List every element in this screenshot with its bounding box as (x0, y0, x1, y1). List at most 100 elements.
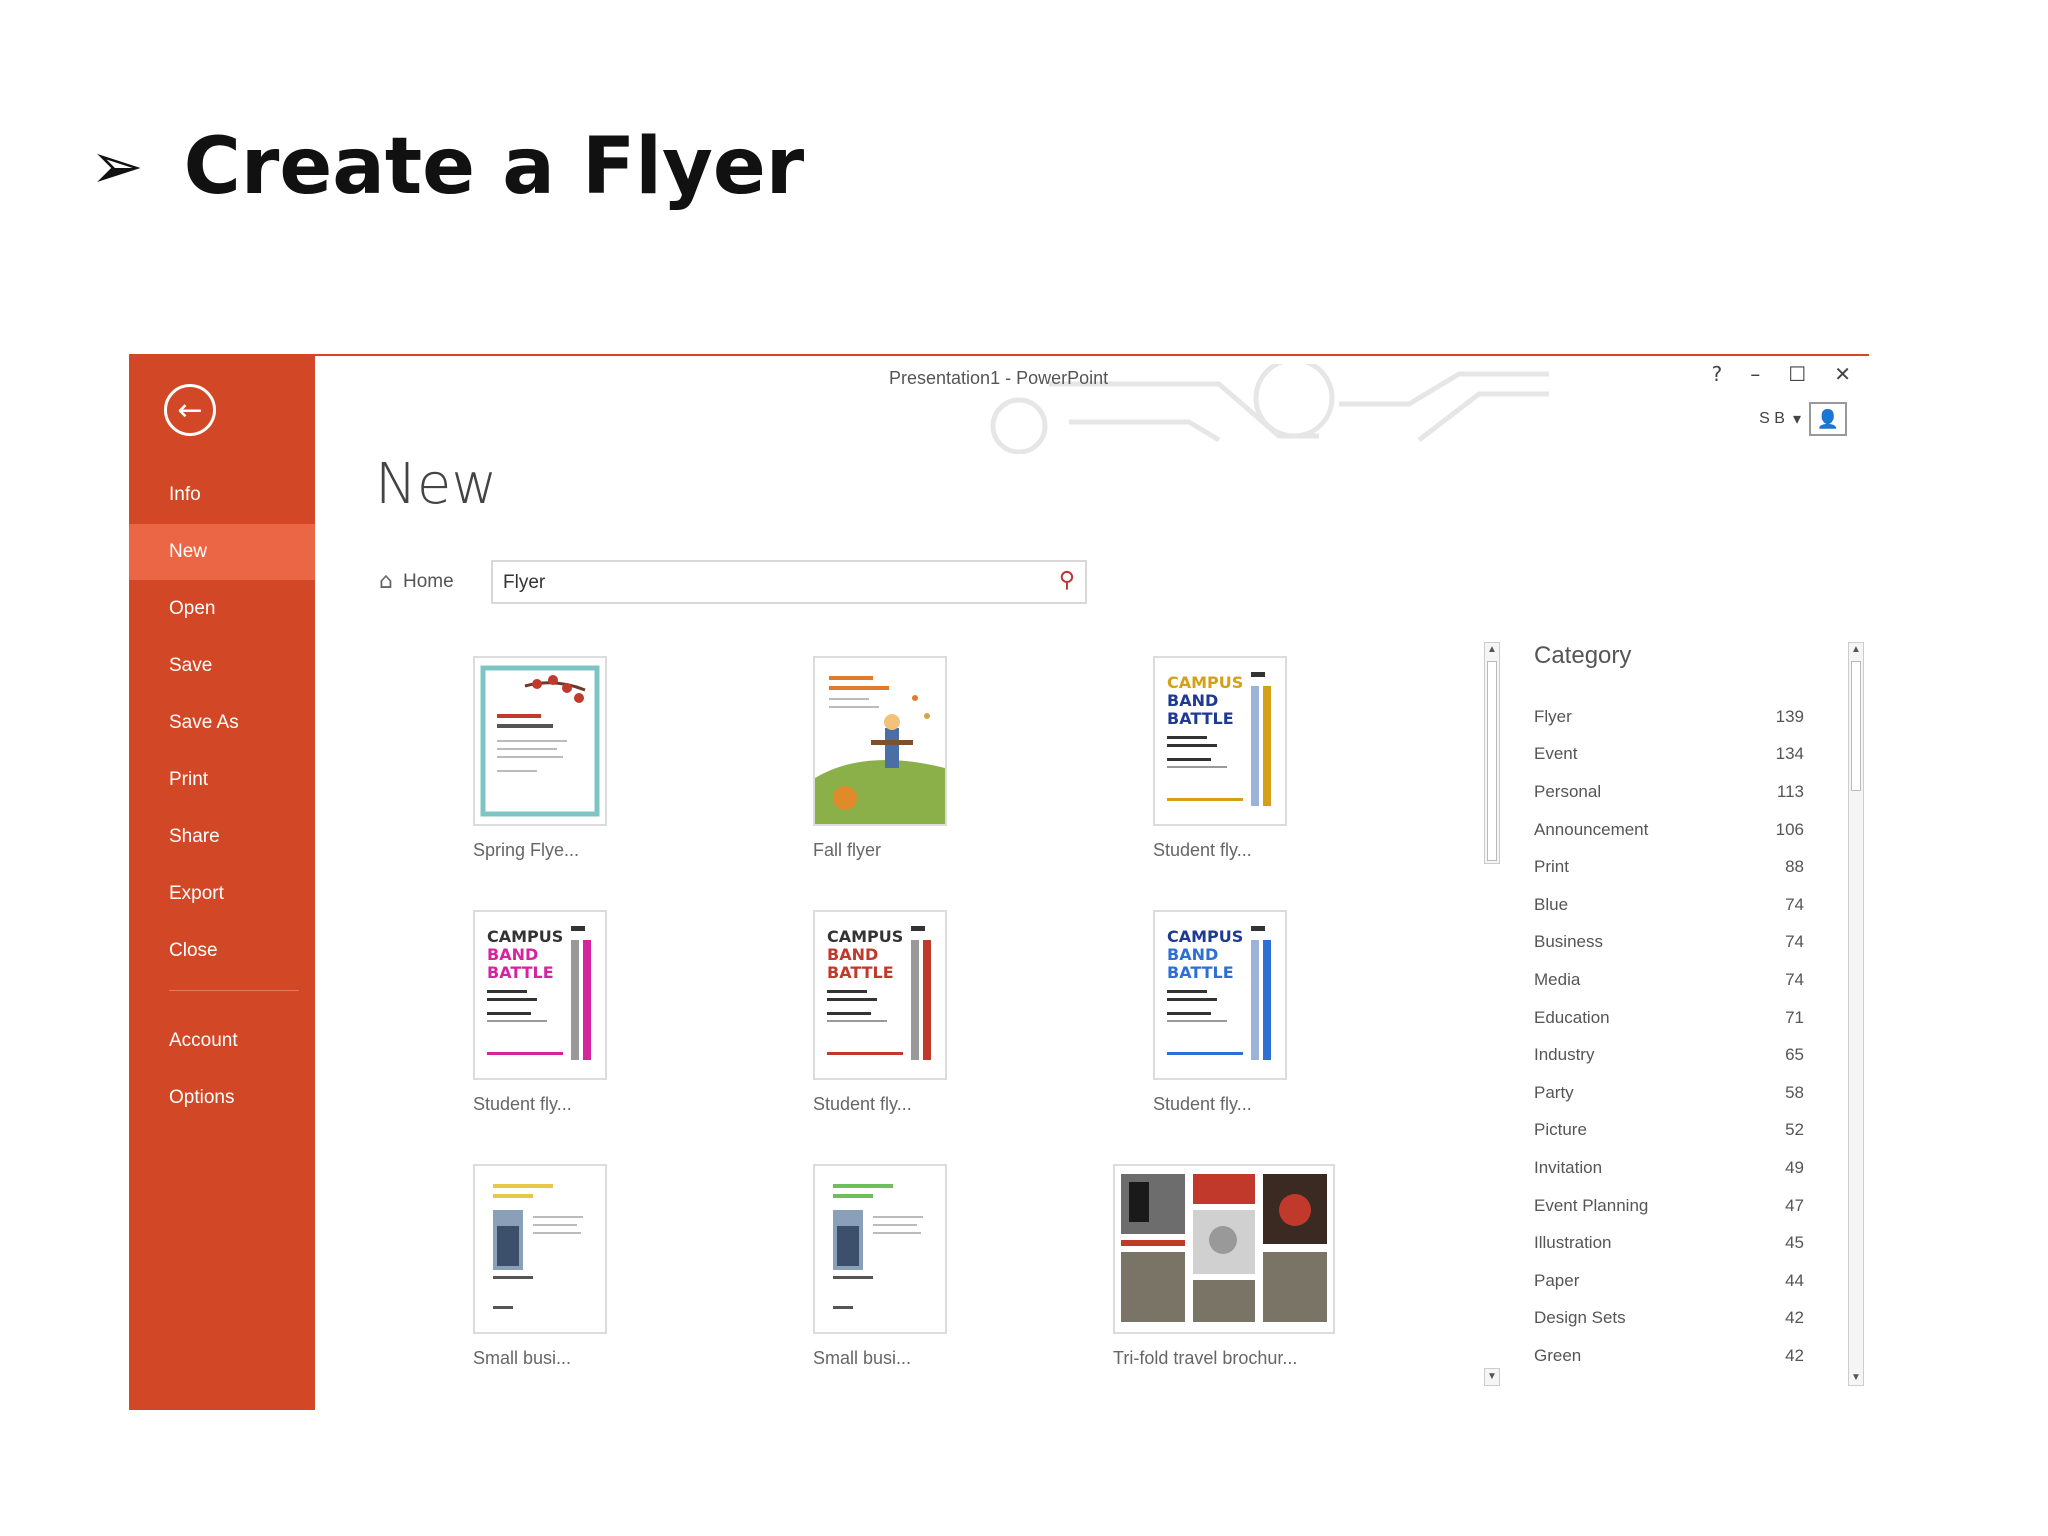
scroll-up-icon[interactable]: ▲ (1849, 643, 1863, 657)
nav-item-options[interactable]: Options (129, 1070, 315, 1126)
category-item[interactable]: Event Planning 47 (1534, 1187, 1804, 1225)
category-item[interactable]: Blue 74 (1534, 886, 1804, 924)
back-arrow-icon[interactable]: ← (164, 384, 216, 436)
nav-item-save-as[interactable]: Save As (129, 695, 315, 751)
category-count: 45 (1785, 1233, 1804, 1253)
category-count: 58 (1785, 1082, 1804, 1102)
restore-icon[interactable]: ☐ (1788, 362, 1806, 386)
template-fall-flyer[interactable]: Fall flyer (813, 656, 1113, 861)
category-item[interactable]: Picture 52 (1534, 1112, 1804, 1150)
category-count: 47 (1785, 1195, 1804, 1215)
template-small-business-2[interactable]: Small busi... (813, 1164, 1113, 1369)
window-title: Presentation1 - PowerPoint (889, 368, 1109, 388)
category-item[interactable]: Design Sets 42 (1534, 1300, 1804, 1338)
home-link[interactable]: ⌂ Home (379, 569, 454, 594)
category-name: Event (1534, 744, 1578, 764)
template-thumbnail (813, 656, 947, 826)
slide-title: ➢ Create a Flyer (90, 112, 804, 222)
category-item[interactable]: Green 42 (1534, 1337, 1804, 1375)
template-label: Student fly... (473, 1094, 572, 1114)
left-scrollbar-bottom[interactable]: ▼ (1484, 1368, 1500, 1386)
search-input[interactable] (501, 568, 1025, 598)
category-name: Illustration (1534, 1233, 1612, 1253)
category-name: Industry (1534, 1045, 1595, 1065)
template-trifold-travel-brochure[interactable]: Tri-fold travel brochur... (1113, 1164, 1413, 1369)
category-name: Print (1534, 857, 1569, 877)
scroll-up-icon[interactable]: ▲ (1485, 643, 1499, 657)
nav-item-close[interactable]: Close (129, 923, 315, 979)
template-student-flyer-gold[interactable]: CAMPUS BAND BATTLE Student fly... (1153, 656, 1453, 861)
nav-item-export[interactable]: Export (129, 866, 315, 922)
nav-divider (169, 990, 299, 991)
category-item[interactable]: Event 134 (1534, 736, 1804, 774)
template-student-flyer-magenta[interactable]: CAMPUS BAND BATTLE Student fly... (473, 910, 773, 1115)
slide-title-text: Create a Flyer (183, 122, 805, 212)
template-spring-flyer[interactable]: Spring Flye... (473, 656, 773, 861)
category-item[interactable]: Print 88 (1534, 848, 1804, 886)
scroll-down-icon[interactable]: ▼ (1485, 1370, 1499, 1384)
template-label: Tri-fold travel brochur... (1113, 1348, 1298, 1368)
nav-item-open[interactable]: Open (129, 581, 315, 637)
category-count: 71 (1785, 1007, 1804, 1027)
template-thumbnail (473, 656, 607, 826)
category-count: 134 (1775, 744, 1804, 764)
category-name: Invitation (1534, 1157, 1603, 1177)
nav-item-new[interactable]: New (129, 524, 315, 580)
category-item[interactable]: Announcement 106 (1534, 811, 1804, 849)
campus-line-2: BAND (487, 945, 538, 964)
campus-line-3: BATTLE (1167, 963, 1234, 982)
close-icon[interactable]: ✕ (1834, 362, 1851, 386)
search-icon[interactable]: ⚲ (1059, 568, 1075, 593)
category-item[interactable]: Paper 44 (1534, 1262, 1804, 1300)
campus-flyer-preview-magenta: CAMPUS BAND BATTLE (487, 926, 591, 1060)
template-student-flyer-red[interactable]: CAMPUS BAND BATTLE Student fly... (813, 910, 1113, 1115)
category-count: 65 (1785, 1045, 1804, 1065)
nav-item-info[interactable]: Info (129, 467, 315, 523)
category-item[interactable]: Industry 65 (1534, 1036, 1804, 1074)
window-top-border (315, 354, 1869, 356)
category-item[interactable]: Illustration 45 (1534, 1224, 1804, 1262)
campus-line-3: BATTLE (487, 963, 554, 982)
template-student-flyer-blue[interactable]: CAMPUS BAND BATTLE Student fly... (1153, 910, 1453, 1115)
minimize-icon[interactable]: – (1750, 362, 1760, 386)
spring-flyer-preview (480, 665, 600, 817)
template-thumbnail: CAMPUS BAND BATTLE (1153, 656, 1287, 826)
scroll-thumb[interactable] (1487, 661, 1497, 861)
category-title: Category (1534, 642, 1632, 669)
nav-item-account[interactable]: Account (129, 1013, 315, 1069)
nav-item-share[interactable]: Share (129, 809, 315, 865)
left-scrollbar[interactable]: ▲ (1484, 642, 1500, 864)
user-account[interactable]: S B ▾ 👤 (1759, 402, 1847, 436)
category-item[interactable]: Party 58 (1534, 1074, 1804, 1112)
help-icon[interactable]: ? (1712, 362, 1723, 386)
nav-item-save[interactable]: Save (129, 638, 315, 694)
template-thumbnail (813, 1164, 947, 1334)
nav-item-print[interactable]: Print (129, 752, 315, 808)
category-count: 42 (1785, 1345, 1804, 1365)
template-label: Small busi... (473, 1348, 572, 1368)
scroll-thumb[interactable] (1851, 661, 1861, 791)
scroll-down-icon[interactable]: ▼ (1849, 1371, 1863, 1385)
campus-line-3: BATTLE (827, 963, 894, 982)
category-name: Education (1534, 1007, 1610, 1027)
category-name: Personal (1534, 781, 1602, 801)
category-count: 42 (1785, 1308, 1804, 1328)
category-name: Green (1534, 1345, 1582, 1365)
category-count: 106 (1775, 819, 1804, 839)
category-item[interactable]: Business 74 (1534, 924, 1804, 962)
category-item[interactable]: Media 74 (1534, 961, 1804, 999)
category-count: 139 (1775, 706, 1804, 726)
window-controls: ? – ☐ ✕ (1712, 362, 1851, 386)
category-item[interactable]: Education 71 (1534, 999, 1804, 1037)
chevron-down-icon: ▾ (1792, 411, 1801, 428)
campus-line-2: BAND (1167, 691, 1218, 710)
template-thumbnail: CAMPUS BAND BATTLE (1153, 910, 1287, 1080)
page-heading: New (375, 452, 498, 517)
template-thumbnail: CAMPUS BAND BATTLE (473, 910, 607, 1080)
template-small-business-1[interactable]: Small busi... (473, 1164, 773, 1369)
category-item[interactable]: Flyer 139 (1534, 698, 1804, 736)
campus-flyer-preview-blue: CAMPUS BAND BATTLE (1167, 926, 1271, 1060)
right-scrollbar[interactable]: ▲ ▼ (1848, 642, 1864, 1386)
category-item[interactable]: Personal 113 (1534, 773, 1804, 811)
category-item[interactable]: Invitation 49 (1534, 1149, 1804, 1187)
